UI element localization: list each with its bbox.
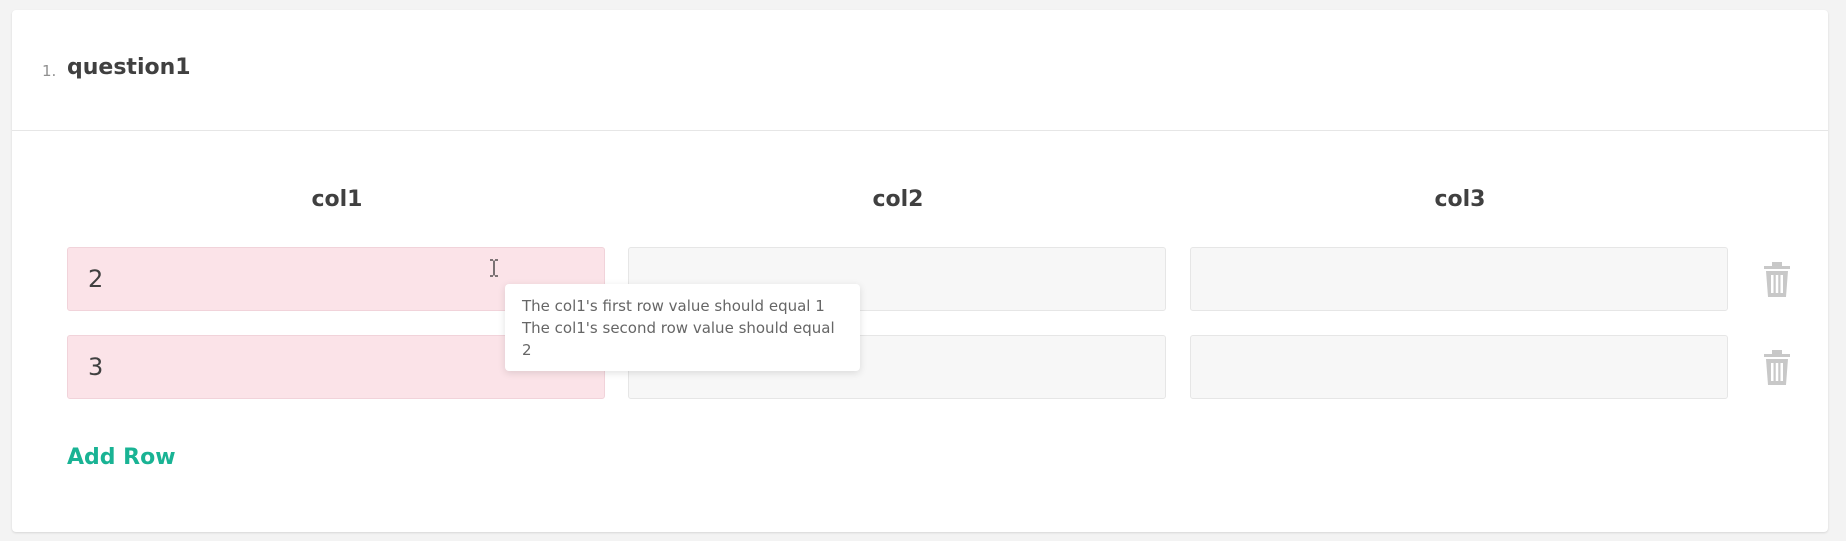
column-header-col3: col3 bbox=[1434, 187, 1486, 212]
column-header-col2: col2 bbox=[872, 187, 924, 212]
question-number: 1. bbox=[42, 62, 57, 80]
column-header-col1: col1 bbox=[311, 187, 363, 212]
question-title: question1 bbox=[67, 55, 191, 80]
validation-tooltip: The col1's first row value should equal … bbox=[505, 284, 860, 371]
text-cursor-icon bbox=[490, 259, 498, 277]
row2-col3-cell bbox=[1190, 335, 1728, 399]
row2-remove-button[interactable] bbox=[1762, 350, 1792, 386]
row2-col3-input[interactable] bbox=[1191, 336, 1727, 398]
tooltip-line-2: The col1's second row value should equal… bbox=[522, 319, 835, 359]
row1-col3-cell bbox=[1190, 247, 1728, 311]
trash-icon bbox=[1764, 262, 1790, 297]
row1-col3-input[interactable] bbox=[1191, 248, 1727, 310]
question-card: 1. question1 col1 col2 col3 2 3 Add Row bbox=[12, 10, 1828, 532]
question-header: 1. question1 bbox=[12, 10, 1828, 131]
tooltip-line-1: The col1's first row value should equal … bbox=[522, 297, 825, 315]
add-row-button[interactable]: Add Row bbox=[67, 445, 176, 470]
row1-remove-button[interactable] bbox=[1762, 262, 1792, 298]
trash-icon bbox=[1764, 350, 1790, 385]
